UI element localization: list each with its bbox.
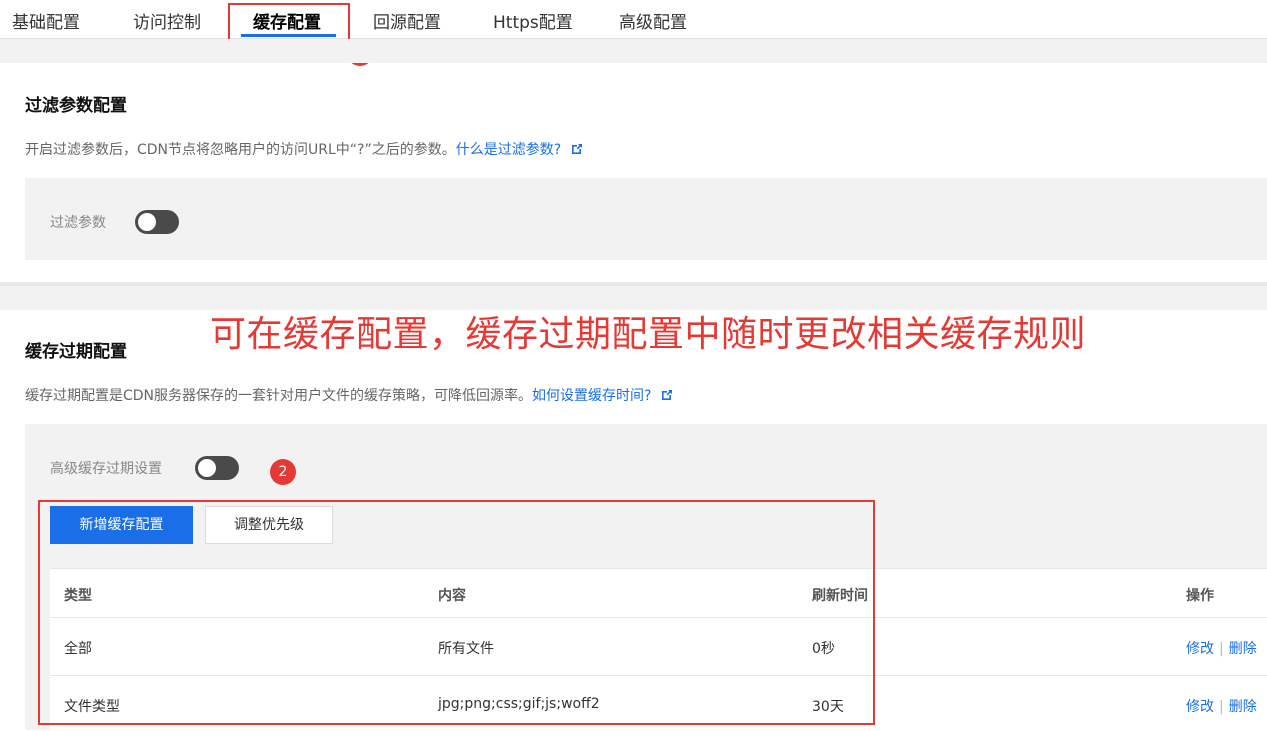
filter-toggle-label: 过滤参数 (50, 215, 106, 231)
action-separator: | (1219, 641, 1224, 657)
tab-advanced-config[interactable]: 高级配置 (619, 8, 687, 33)
filter-toggle[interactable] (135, 210, 179, 234)
step-badge-2: 2 (270, 459, 296, 485)
row-actions: 修改 | 删除 (1186, 696, 1257, 716)
edit-link[interactable]: 修改 (1186, 641, 1214, 657)
action-separator: | (1219, 699, 1224, 715)
filter-help-link[interactable]: 什么是过滤参数? (456, 142, 561, 158)
cache-section-description: 缓存过期配置是CDN服务器保存的一套针对用户文件的缓存策略，可降低回源率。如何设… (25, 385, 673, 405)
highlight-box-tab (228, 3, 350, 43)
delete-link[interactable]: 删除 (1229, 641, 1257, 657)
filter-section-title: 过滤参数配置 (25, 96, 127, 116)
advanced-toggle-label: 高级缓存过期设置 (50, 461, 162, 477)
edit-link[interactable]: 修改 (1186, 699, 1214, 715)
cache-help-link[interactable]: 如何设置缓存时间? (532, 388, 651, 404)
column-header-actions: 操作 (1186, 588, 1214, 604)
cache-description-text: 缓存过期配置是CDN服务器保存的一套针对用户文件的缓存策略，可降低回源率。 (25, 388, 533, 404)
tab-bar: 基础配置 访问控制 缓存配置 回源配置 Https配置 高级配置 (0, 0, 1267, 39)
filter-section-description: 开启过滤参数后，CDN节点将忽略用户的访问URL中“?”之后的参数。什么是过滤参… (25, 139, 583, 159)
filter-panel (25, 178, 1267, 260)
annotation-note: 可在缓存配置，缓存过期配置中随时更改相关缓存规则 (210, 314, 1087, 355)
delete-link[interactable]: 删除 (1229, 699, 1257, 715)
external-link-icon[interactable] (661, 389, 673, 401)
highlight-box-cache-rules (38, 500, 875, 725)
tab-https-config[interactable]: Https配置 (493, 8, 573, 33)
toggle-knob (198, 459, 216, 477)
tab-access-control[interactable]: 访问控制 (133, 8, 201, 33)
advanced-cache-toggle[interactable] (195, 456, 239, 480)
toggle-knob (138, 213, 156, 231)
cache-section-title: 缓存过期配置 (25, 342, 127, 362)
section-divider (0, 39, 1267, 63)
filter-description-text: 开启过滤参数后，CDN节点将忽略用户的访问URL中“?”之后的参数。 (25, 142, 456, 158)
row-actions: 修改 | 删除 (1186, 638, 1257, 658)
tab-basic-config[interactable]: 基础配置 (12, 8, 80, 33)
external-link-icon[interactable] (571, 143, 583, 155)
tab-origin-config[interactable]: 回源配置 (373, 8, 441, 33)
